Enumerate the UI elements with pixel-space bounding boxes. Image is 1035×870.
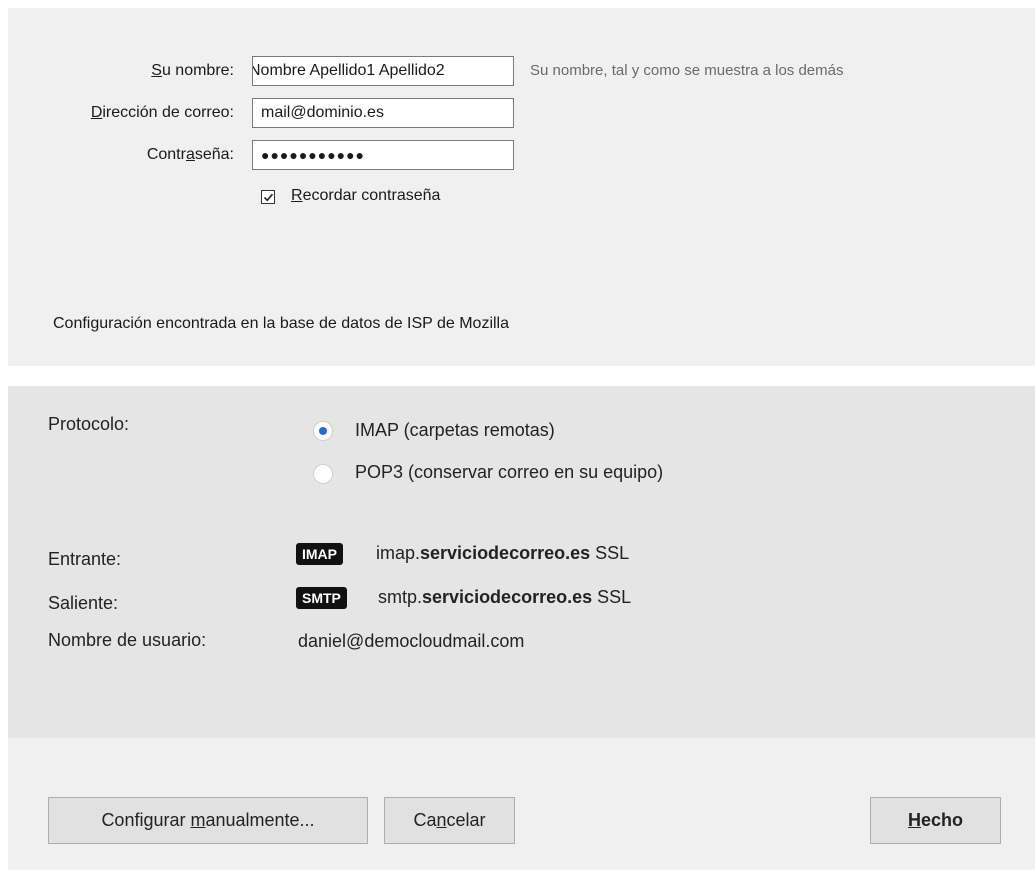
- email-field[interactable]: mail@dominio.es: [252, 98, 514, 128]
- pop3-radio-label[interactable]: POP3 (conservar correo en su equipo): [355, 462, 663, 483]
- password-label: Contraseña:: [146, 146, 234, 163]
- email-label: Dirección de correo:: [90, 104, 234, 121]
- imap-radio-label[interactable]: IMAP (carpetas remotas): [355, 420, 555, 441]
- incoming-server: imap.serviciodecorreo.es SSL: [376, 543, 630, 563]
- outgoing-server: smtp.serviciodecorreo.es SSL: [378, 587, 632, 607]
- config-status-text: Configuración encontrada en la base de d…: [53, 315, 510, 332]
- checkmark-icon: [263, 193, 274, 202]
- outgoing-label: Saliente:: [48, 593, 119, 613]
- protocol-label: Protocolo:: [48, 414, 130, 434]
- pop3-radio[interactable]: [313, 464, 333, 484]
- remember-password-checkbox[interactable]: [261, 190, 275, 204]
- incoming-label: Entrante:: [48, 549, 122, 569]
- cancel-button[interactable]: Ca n celar: [384, 797, 515, 844]
- password-mask: ●●●●●●●●●●●: [261, 147, 366, 163]
- name-hint: Su nombre, tal y como se muestra a los d…: [530, 62, 844, 79]
- name-label: Su nombre:: [151, 62, 234, 79]
- remember-password-label[interactable]: Recordar contraseña: [291, 187, 440, 205]
- configure-manually-button[interactable]: Configurar m anualmente...: [48, 797, 368, 844]
- done-button[interactable]: Hecho: [870, 797, 1001, 844]
- username-value: daniel@democloudmail.com: [298, 631, 525, 651]
- username-label: Nombre de usuario:: [48, 630, 207, 650]
- smtp-badge: SMTP: [296, 587, 347, 609]
- name-field[interactable]: Nombre Apellido1 Apellido2: [252, 56, 514, 86]
- password-field[interactable]: ●●●●●●●●●●●: [252, 140, 514, 170]
- imap-badge: IMAP: [296, 543, 343, 565]
- imap-radio[interactable]: [313, 421, 333, 441]
